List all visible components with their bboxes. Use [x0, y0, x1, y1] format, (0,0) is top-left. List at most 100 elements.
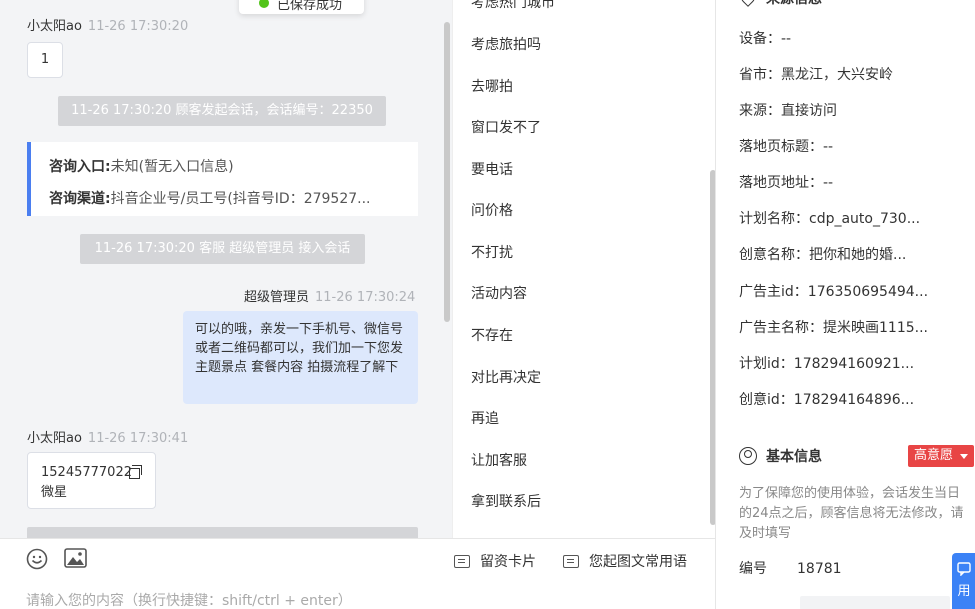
user-icon [739, 447, 757, 465]
float-button-label: 用 [957, 584, 971, 599]
lead-card-label: 留资卡片 [480, 554, 536, 570]
field-label: 计划id： [739, 356, 794, 372]
system-message: 11-26 17:30:20 客服 超级管理员 接入会话 [80, 234, 365, 264]
copy-icon[interactable] [129, 465, 142, 479]
success-icon [259, 0, 269, 8]
phrase-item[interactable]: 问价格 [471, 200, 513, 220]
message-text: 微星 [41, 485, 68, 500]
message-time: 11-26 17:30:20 [87, 19, 189, 34]
intent-dropdown[interactable]: 高意愿 [908, 445, 974, 467]
message-meta: 小太阳ao 11-26 17:30:20 [27, 15, 188, 34]
location-icon [738, 0, 758, 7]
number-label: 编号 [739, 561, 767, 577]
basic-info-title: 基本信息 [739, 446, 822, 466]
field-label: 设备： [739, 31, 781, 47]
quick-phrases-panel: 考虑热门城市 考虑旅拍吗 去哪拍 窗口发不了 要电话 问价格 不打扰 活动内容 … [452, 0, 716, 538]
phrase-item[interactable]: 窗口发不了 [471, 117, 541, 137]
phrase-item[interactable]: 对比再决定 [471, 367, 541, 387]
phrase-item[interactable]: 不存在 [471, 325, 513, 345]
chat-scrollbar[interactable] [444, 22, 450, 322]
lead-card-button[interactable]: 留资卡片 [454, 551, 536, 571]
emoji-icon[interactable] [26, 548, 48, 570]
customer-info-panel: 来源信息 设备：-- 省市：黑龙江，大兴安岭 来源：直接访问 落地页标题：-- … [715, 0, 975, 609]
field-value: -- [781, 31, 792, 47]
field-label: 广告主id： [739, 284, 808, 300]
common-phrases-label: 您起图文常用语 [589, 554, 687, 570]
field-advertiser-name: 广告主名称：提米映画1115... [739, 317, 928, 337]
field-value: 提米映画1115... [823, 320, 928, 336]
phrase-item[interactable]: 拿到联系后 [471, 491, 541, 511]
message-input[interactable]: 请输入您的内容（换行快捷键：shift/ctrl + enter） [26, 590, 352, 609]
field-device: 设备：-- [739, 28, 791, 48]
field-number: 编号 18781 [739, 558, 842, 578]
image-icon[interactable] [64, 548, 87, 568]
field-value: -- [823, 139, 834, 155]
field-label: 广告主名称： [739, 320, 823, 336]
phrase-item[interactable]: 不打扰 [471, 242, 513, 262]
field-creative-name: 创意名称：把你和她的婚... [739, 244, 906, 264]
consult-info-card: 咨询入口:未知(暂无入口信息) 咨询渠道:抖音企业号/员工号(抖音号ID：279… [27, 142, 418, 216]
channel-value: 抖音企业号/员工号(抖音号ID：279527... [110, 191, 371, 207]
field-label: 创意名称： [739, 247, 809, 263]
entry-line: 咨询入口:未知(暂无入口信息) [49, 156, 234, 176]
field-source: 来源：直接访问 [739, 100, 837, 120]
system-message: 11-26 17:30:20 顾客发起会话，会话编号：22350 [58, 96, 386, 126]
float-service-button[interactable]: 用 [952, 553, 975, 609]
message-time: 11-26 17:30:41 [87, 431, 189, 446]
field-landing-title: 落地页标题：-- [739, 136, 833, 156]
phrase-item[interactable]: 要电话 [471, 159, 513, 179]
field-label: 创意id： [739, 392, 794, 408]
phrase-item[interactable]: 考虑热门城市 [471, 0, 555, 12]
phone-line: 15245777022 [41, 463, 142, 483]
name-field[interactable] [800, 596, 950, 609]
sender-name: 超级管理员 [244, 290, 310, 305]
field-value: 黑龙江，大兴安岭 [781, 67, 893, 83]
channel-label: 咨询渠道: [49, 191, 111, 207]
field-value: 178294160921... [793, 356, 915, 372]
field-label: 省市： [739, 67, 781, 83]
common-phrases-button[interactable]: 您起图文常用语 [563, 551, 687, 571]
message-time: 11-26 17:30:24 [315, 290, 416, 305]
field-value: 直接访问 [781, 103, 837, 119]
edit-notice: 为了保障您的使用体验，会话发生当日的24点之后，顾客信息将无法修改，请及时填写 [739, 486, 964, 541]
entry-value: 未知(暂无入口信息) [110, 159, 234, 175]
channel-line: 咨询渠道:抖音企业号/员工号(抖音号ID：279527... [49, 188, 371, 208]
source-section-title: 来源信息 [766, 0, 822, 8]
field-value: 176350695494... [807, 284, 929, 300]
toast-text: 已保存成功 [277, 0, 343, 13]
message-bubble: 15245777022 微星 [27, 452, 156, 509]
chat-toolbar: 留资卡片 您起图文常用语 [0, 538, 715, 580]
field-value: cdp_auto_730... [809, 211, 921, 227]
field-label: 落地页地址： [739, 175, 823, 191]
entry-label: 咨询入口: [49, 159, 111, 175]
message-text: 1 [40, 52, 50, 67]
field-creative-id: 创意id：178294164896... [739, 389, 914, 409]
phrases-icon [563, 554, 579, 568]
field-label: 计划名称： [739, 211, 809, 227]
phrase-item[interactable]: 去哪拍 [471, 76, 513, 96]
field-value: 178294164896... [793, 392, 915, 408]
field-label: 落地页标题： [739, 139, 823, 155]
phone-number: 15245777022 [41, 465, 132, 480]
sender-name: 小太阳ao [27, 431, 82, 446]
card-icon [454, 554, 470, 568]
field-plan-name: 计划名称：cdp_auto_730... [739, 208, 920, 228]
message-meta: 超级管理员 11-26 17:30:24 [244, 286, 415, 305]
basic-info-label: 基本信息 [766, 449, 822, 465]
phrase-item[interactable]: 再追 [471, 408, 499, 428]
phrase-item[interactable]: 活动内容 [471, 283, 527, 303]
message-bubble: 1 [27, 42, 63, 78]
number-value: 18781 [797, 561, 842, 577]
toast: 已保存成功 [239, 0, 364, 14]
phrase-item[interactable]: 考虑旅拍吗 [471, 34, 541, 54]
sender-name: 小太阳ao [27, 19, 82, 34]
agent-message-bubble: 可以的哦，亲发一下手机号、微信号或者二维码都可以，我们加一下您发主题景点 套餐内… [183, 311, 418, 404]
phrase-item[interactable]: 让加客服 [471, 450, 527, 470]
chat-panel: 已保存成功 小太阳ao 11-26 17:30:20 1 11-26 17:30:… [0, 0, 452, 538]
field-label: 来源： [739, 103, 781, 119]
field-plan-id: 计划id：178294160921... [739, 353, 914, 373]
field-province: 省市：黑龙江，大兴安岭 [739, 64, 893, 84]
field-advertiser-id: 广告主id：176350695494... [739, 281, 928, 301]
chat-icon [957, 562, 971, 577]
message-meta: 小太阳ao 11-26 17:30:41 [27, 427, 188, 446]
